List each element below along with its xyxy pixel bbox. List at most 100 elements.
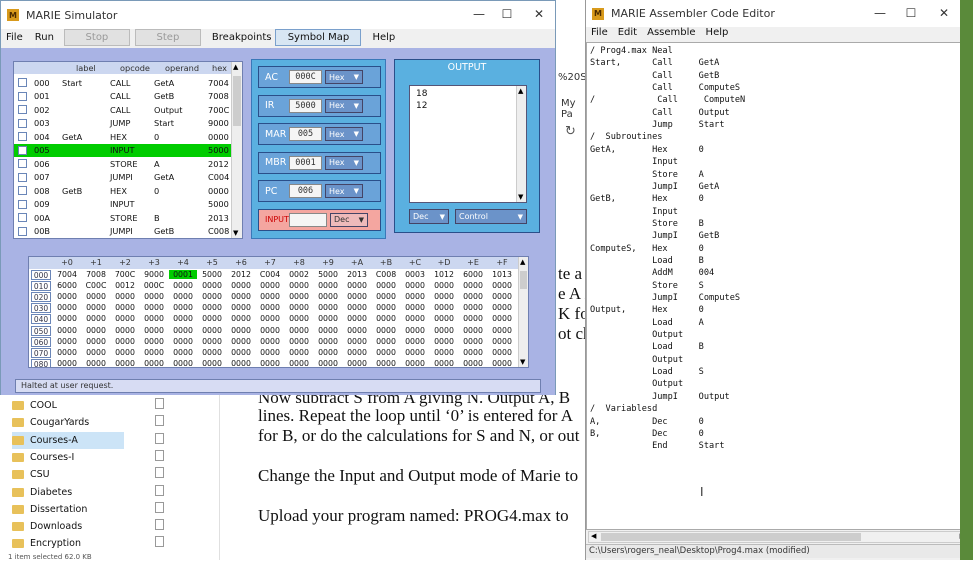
scroll-left-icon[interactable]: ◀ <box>591 532 596 540</box>
folder-item[interactable]: Courses-A <box>12 431 124 449</box>
memory-cell[interactable]: 0000 <box>256 281 284 290</box>
menu-assemble[interactable]: Assemble <box>642 27 700 41</box>
close-icon[interactable]: ✕ <box>936 6 952 20</box>
folder-item[interactable]: Downloads <box>12 518 124 535</box>
memory-cell[interactable]: 0000 <box>459 359 487 367</box>
memory-cell[interactable]: 0000 <box>430 337 458 346</box>
table-row[interactable]: 00A STORE B 2013 <box>14 211 232 225</box>
maximize-icon[interactable]: ☐ <box>499 7 515 21</box>
memory-cell[interactable]: 0000 <box>430 314 458 323</box>
memory-cell[interactable]: 0000 <box>111 348 139 357</box>
input-value-field[interactable] <box>289 212 327 227</box>
memory-cell[interactable]: 0000 <box>82 359 110 367</box>
memory-cell[interactable]: 0000 <box>53 314 81 323</box>
memory-cell[interactable]: 0000 <box>343 348 371 357</box>
memory-address[interactable]: 060 <box>31 336 51 347</box>
folder-item[interactable]: COOL <box>12 397 124 414</box>
breakpoint-checkbox[interactable] <box>18 105 27 115</box>
memory-cell[interactable]: 0000 <box>82 326 110 335</box>
register-value[interactable]: 5000 <box>289 98 322 113</box>
memory-cell[interactable]: 0000 <box>140 348 168 357</box>
memory-cell[interactable]: 0000 <box>227 303 255 312</box>
breakpoint-checkbox[interactable] <box>18 172 27 182</box>
table-row[interactable]: 000 Start CALL GetA 7004 <box>14 76 232 90</box>
folder-item[interactable]: Dissertation <box>12 501 124 518</box>
memory-cell[interactable]: 0000 <box>227 337 255 346</box>
memory-cell[interactable]: 0001 <box>169 270 197 279</box>
memory-cell[interactable]: 0000 <box>343 303 371 312</box>
memory-cell[interactable]: 0000 <box>314 337 342 346</box>
memory-address[interactable]: 010 <box>31 281 51 292</box>
table-row[interactable]: 009 INPUT 5000 <box>14 198 232 212</box>
memory-cell[interactable]: C004 <box>256 270 284 279</box>
menu-run[interactable]: Run <box>29 32 64 43</box>
memory-cell[interactable]: 0000 <box>198 348 226 357</box>
scroll-up-icon[interactable]: ▲ <box>518 87 523 95</box>
memory-cell[interactable]: 0000 <box>198 281 226 290</box>
memory-address[interactable]: 000 <box>31 270 51 280</box>
memory-cell[interactable]: 0000 <box>53 348 81 357</box>
memory-cell[interactable]: 0000 <box>430 348 458 357</box>
breakpoint-checkbox[interactable] <box>18 213 27 223</box>
output-control-select[interactable]: Control <box>455 209 527 224</box>
memory-cell[interactable]: 0000 <box>372 292 400 301</box>
memory-cell[interactable]: 0000 <box>401 314 429 323</box>
memory-cell[interactable]: 0000 <box>169 281 197 290</box>
memory-cell[interactable]: 0000 <box>169 337 197 346</box>
memory-cell[interactable]: 0000 <box>227 326 255 335</box>
memory-cell[interactable]: 0000 <box>372 303 400 312</box>
register-value[interactable]: 000C <box>289 70 322 84</box>
memory-cell[interactable]: 0000 <box>169 348 197 357</box>
memory-cell[interactable]: 0000 <box>285 326 313 335</box>
stop-button[interactable]: Stop <box>63 29 130 46</box>
menu-file[interactable]: File <box>586 27 613 41</box>
memory-address[interactable]: 040 <box>31 314 51 325</box>
memory-address[interactable]: 030 <box>31 303 51 314</box>
memory-cell[interactable]: 0000 <box>169 303 197 312</box>
memory-cell[interactable]: 0000 <box>314 359 342 367</box>
memory-cell[interactable]: 0000 <box>198 314 226 323</box>
memory-cell[interactable]: 0000 <box>459 348 487 357</box>
memory-cell[interactable]: 0000 <box>140 326 168 335</box>
scroll-thumb[interactable] <box>601 533 861 541</box>
memory-cell[interactable]: 0000 <box>343 337 371 346</box>
memory-cell[interactable]: 0000 <box>169 326 197 335</box>
memory-cell[interactable]: 0000 <box>285 359 313 367</box>
memory-cell[interactable]: 0000 <box>111 326 139 335</box>
memory-cell[interactable]: 0000 <box>256 314 284 323</box>
editor-hscrollbar[interactable]: ◀ ▶ <box>588 531 968 543</box>
memory-cell[interactable]: 0000 <box>430 326 458 335</box>
memory-cell[interactable]: 0000 <box>82 314 110 323</box>
code-editor-textarea[interactable]: / Prog4.max Neal Start, Call GetA Call Ge… <box>586 42 973 530</box>
breakpoint-checkbox[interactable] <box>18 186 27 196</box>
menu-help[interactable]: Help <box>366 32 401 43</box>
table-row[interactable]: 00B JUMPI GetB C008 <box>14 225 232 239</box>
table-row[interactable]: 001 CALL GetB 7008 <box>14 90 232 104</box>
memory-cell[interactable]: 0000 <box>488 359 516 367</box>
memory-cell[interactable]: 0000 <box>488 292 516 301</box>
memory-cell[interactable]: 0000 <box>140 359 168 367</box>
memory-cell[interactable]: 0000 <box>285 292 313 301</box>
minimize-icon[interactable]: — <box>471 7 487 21</box>
memory-cell[interactable]: 0000 <box>372 348 400 357</box>
register-value[interactable]: 0001 <box>289 155 322 170</box>
register-value[interactable]: 006 <box>289 184 322 198</box>
memory-cell[interactable]: 0000 <box>459 326 487 335</box>
breakpoint-checkbox[interactable] <box>18 118 27 128</box>
memory-cell[interactable]: 0000 <box>53 326 81 335</box>
memory-cell[interactable]: 0000 <box>459 303 487 312</box>
memory-cell[interactable]: 9000 <box>140 270 168 279</box>
folder-item[interactable]: Encryption <box>12 535 124 552</box>
memory-cell[interactable]: 0000 <box>314 314 342 323</box>
table-row[interactable]: 006 STORE A 2012 <box>14 157 232 171</box>
memory-cell[interactable]: 0000 <box>111 337 139 346</box>
table-row[interactable]: 008 GetB HEX 0 0000 <box>14 184 232 198</box>
memory-cell[interactable]: 0000 <box>401 326 429 335</box>
memory-cell[interactable]: C00C <box>82 281 110 290</box>
scroll-down-icon[interactable]: ▼ <box>233 229 238 237</box>
close-icon[interactable]: ✕ <box>531 7 547 21</box>
memory-cell[interactable]: 0000 <box>169 359 197 367</box>
memory-cell[interactable]: 0000 <box>488 326 516 335</box>
memory-cell[interactable]: 1012 <box>430 270 458 279</box>
memory-cell[interactable]: 000C <box>140 281 168 290</box>
